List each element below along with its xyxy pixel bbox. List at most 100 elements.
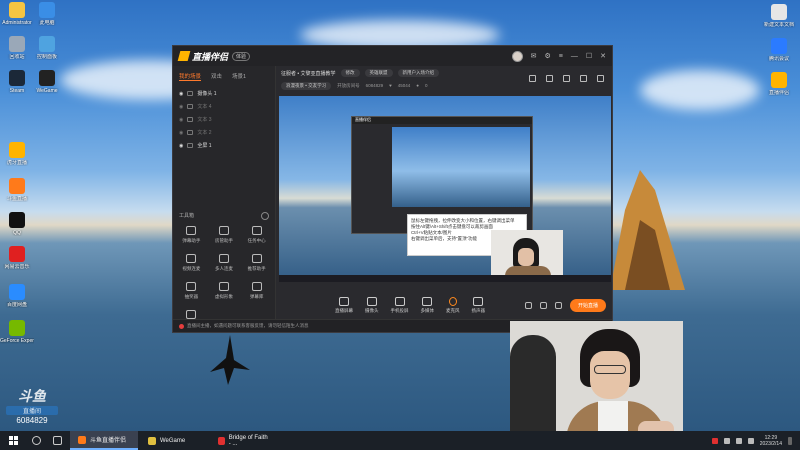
notification-icon[interactable]: [788, 436, 792, 445]
category-select[interactable]: 英雄联盟: [364, 69, 393, 77]
start-live-button[interactable]: 开始直播: [569, 298, 606, 312]
desktop-icon[interactable]: 斗鱼直播: [0, 178, 34, 202]
desktop-icon[interactable]: 此电脑: [30, 2, 64, 26]
tool-button[interactable]: 虚拟形象: [208, 282, 241, 300]
tool-button[interactable]: 视频连麦: [175, 254, 208, 272]
scene-item[interactable]: ◉ 文本 2: [179, 126, 269, 139]
desktop-icon[interactable]: 回收站: [0, 36, 34, 60]
streamer-glasses: [594, 365, 626, 374]
desktop-icon[interactable]: 直播伴侣: [762, 72, 796, 96]
start-button[interactable]: [0, 431, 26, 450]
desktop-icon[interactable]: GeForce Experience: [0, 320, 34, 344]
desktop-icon[interactable]: 控制面板: [30, 36, 64, 60]
settings-icon[interactable]: ⚙: [544, 52, 550, 60]
desktop-icon[interactable]: WeGame: [30, 70, 64, 94]
ime-icon[interactable]: [747, 437, 754, 444]
task-view-icon[interactable]: [53, 436, 62, 445]
tool-button[interactable]: 任务中心: [240, 226, 273, 244]
tool-button[interactable]: 弹幕助手: [175, 226, 208, 244]
visibility-eye-icon[interactable]: ◉: [179, 91, 183, 97]
record-icon[interactable]: [524, 301, 532, 309]
douyu-watermark: 斗鱼 直播间 6084829: [6, 386, 58, 425]
user-avatar[interactable]: [511, 50, 523, 62]
desktop-app-icon: [9, 246, 25, 262]
moderator-icon: [218, 226, 229, 235]
visibility-eye-icon[interactable]: ◉: [179, 130, 183, 136]
maximize-icon[interactable]: ☐: [586, 52, 592, 60]
desktop-icon[interactable]: 新建文本文档: [762, 4, 796, 28]
taskbar-app-label: 斗鱼直播伴侣: [90, 438, 127, 444]
delete-icon[interactable]: [529, 75, 536, 82]
hot-icon: ●: [416, 83, 420, 88]
taskbar-app[interactable]: WeGame: [140, 431, 208, 450]
desktop-icon-label: Steam: [9, 88, 25, 94]
settings-gear-icon[interactable]: [554, 301, 562, 309]
menu-icon[interactable]: ≡: [559, 53, 563, 60]
hot-count: 0: [425, 83, 428, 88]
source-control-button[interactable]: 多媒体: [420, 296, 435, 314]
layers-icon[interactable]: [563, 75, 570, 82]
minimize-icon[interactable]: —: [571, 53, 578, 60]
mic-icon: [448, 296, 457, 306]
visibility-eye-icon[interactable]: ◉: [179, 117, 183, 123]
taskbar-app-icon: [78, 435, 86, 444]
source-control-button[interactable]: 直播屏幕: [335, 296, 353, 314]
source-control-label: 多媒体: [420, 307, 435, 313]
visibility-eye-icon[interactable]: ◉: [179, 104, 183, 110]
message-icon[interactable]: ✉: [531, 52, 537, 60]
scene-item[interactable]: ◉ 全屏 1: [179, 139, 269, 152]
version-badge[interactable]: 体验: [232, 51, 251, 61]
tab-double[interactable]: 双击: [211, 72, 222, 81]
scene-item[interactable]: ◉ 文本 4: [179, 100, 269, 113]
system-tray: 12:29 2023/2/14: [711, 435, 800, 447]
network-icon[interactable]: [723, 437, 730, 444]
bell-icon[interactable]: [580, 75, 587, 82]
clock[interactable]: 12:29 2023/2/14: [760, 435, 782, 447]
tool-label: 视频连麦: [182, 266, 201, 271]
tool-button[interactable]: 抽奖器: [175, 282, 208, 300]
source-control-button[interactable]: 麦克风: [446, 296, 460, 314]
desktop-icon[interactable]: QQ: [0, 212, 34, 236]
intro-hint-button[interactable]: 新用户入场介绍: [397, 69, 440, 77]
desktop-app-icon: [771, 38, 787, 54]
tool-label: 抽奖器: [184, 294, 199, 299]
share-icon[interactable]: [597, 75, 604, 82]
close-icon[interactable]: ✕: [600, 52, 606, 60]
tool-button[interactable]: 推荐助手: [240, 254, 273, 272]
desktop-icon[interactable]: Steam: [0, 70, 34, 94]
tool-button[interactable]: 弹幕库: [240, 282, 273, 300]
tray-app-icon[interactable]: [711, 437, 718, 444]
taskbar-app[interactable]: 斗鱼直播伴侣: [70, 431, 138, 450]
volume-icon[interactable]: [735, 437, 742, 444]
desktop-icon[interactable]: 网易云音乐: [0, 246, 34, 270]
stream-preview[interactable]: 直播伴侣 鼠标左键拖拽，拉伸改变大小和位置，右键调出菜单 按住Alt键/Alt+…: [279, 96, 611, 282]
tab-my-scenes[interactable]: 我的场景: [179, 72, 202, 81]
desktop-icon[interactable]: 百度网盘: [0, 284, 34, 308]
main-panel: 征服者 • 艾黎亚直播教学 修改 英雄联盟 新用户入场介绍 浪漫夜景 • 交友学…: [277, 66, 612, 319]
source-control-button[interactable]: 摄像头: [365, 296, 379, 314]
multi-link-icon: [218, 254, 229, 263]
toolbox-add-icon[interactable]: [261, 212, 269, 220]
desktop-icon[interactable]: Administrator: [0, 2, 34, 26]
tool-button[interactable]: 多人连麦: [208, 254, 241, 272]
source-control-button[interactable]: 扬声器: [471, 296, 486, 314]
preview-eye-icon[interactable]: [539, 301, 547, 309]
source-control-button[interactable]: 手机投屏: [391, 296, 409, 314]
copy-icon[interactable]: [546, 75, 553, 82]
scene-item[interactable]: ◉ 文本 3: [179, 113, 269, 126]
desktop-icon[interactable]: 腾讯会议: [762, 38, 796, 62]
tab-scene-1[interactable]: 场景1: [232, 72, 246, 81]
edit-title-button[interactable]: 修改: [340, 69, 360, 77]
source-control-label: 扬声器: [471, 307, 486, 313]
desktop-icon[interactable]: 虎牙直播: [0, 142, 34, 166]
room-id: 6084829: [365, 83, 384, 88]
desktop-icon-label: 腾讯会议: [768, 56, 789, 62]
room-tag[interactable]: 浪漫夜景 • 交友学习: [281, 81, 332, 90]
tool-button[interactable]: 房管助手: [208, 226, 241, 244]
visibility-eye-icon[interactable]: ◉: [179, 143, 183, 149]
scene-item[interactable]: ◉ 摄像头 1: [179, 87, 269, 100]
search-icon[interactable]: [32, 436, 41, 445]
screen-icon: [339, 296, 349, 306]
desktop-app-icon: [9, 142, 25, 158]
taskbar-app[interactable]: Bridge of Faith - ...: [210, 431, 278, 450]
